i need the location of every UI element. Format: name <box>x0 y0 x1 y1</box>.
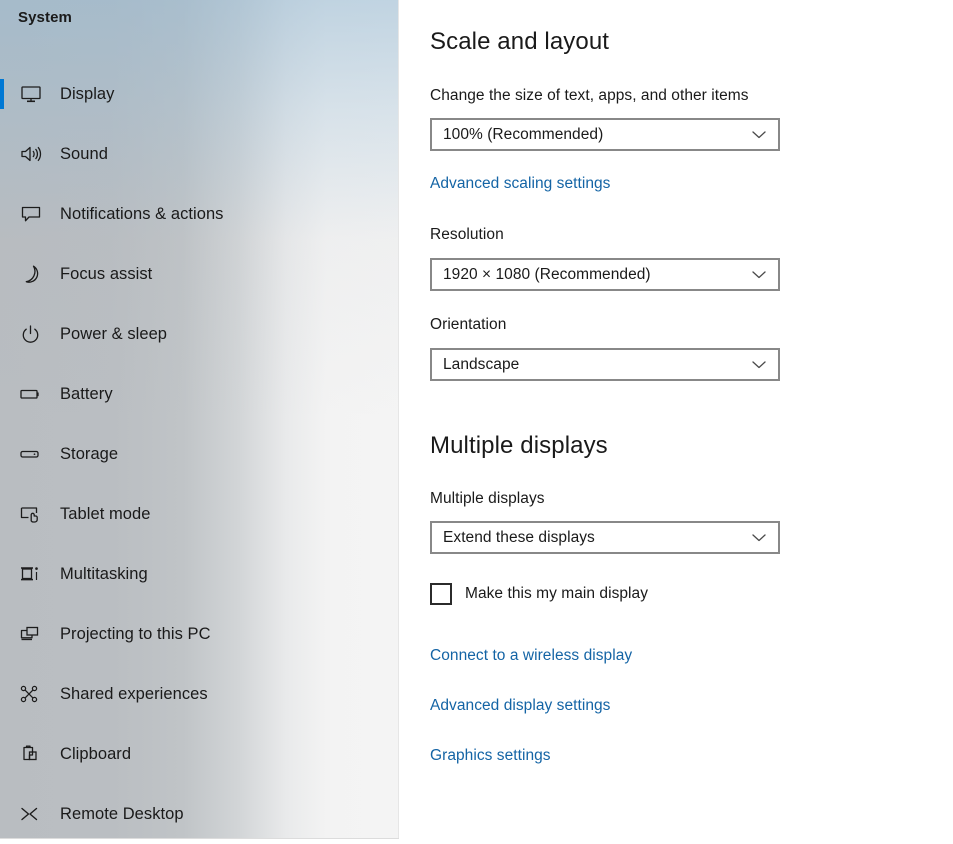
multitasking-icon <box>16 559 46 589</box>
sidebar-title: System <box>18 9 72 26</box>
moon-icon <box>16 259 46 289</box>
resolution-label: Resolution <box>430 224 504 246</box>
scale-size-label: Change the size of text, apps, and other… <box>430 85 749 107</box>
sidebar-item-label: Sound <box>60 145 108 164</box>
main-content: Scale and layout Change the size of text… <box>400 0 953 844</box>
sidebar-item-label: Power & sleep <box>60 325 167 344</box>
multiple-displays-value: Extend these displays <box>432 529 595 547</box>
sidebar-bottom-edge <box>0 838 399 844</box>
clipboard-icon <box>16 739 46 769</box>
sidebar-item-focus-assist[interactable]: Focus assist <box>0 254 399 294</box>
sidebar: System Display <box>0 0 399 838</box>
tablet-icon <box>16 499 46 529</box>
sidebar-item-label: Tablet mode <box>60 505 150 524</box>
sidebar-item-label: Storage <box>60 445 118 464</box>
scale-size-value: 100% (Recommended) <box>432 126 603 144</box>
sidebar-item-power-sleep[interactable]: Power & sleep <box>0 314 399 354</box>
sidebar-item-multitasking[interactable]: Multitasking <box>0 554 399 594</box>
monitor-icon <box>16 79 46 109</box>
advanced-display-settings-link[interactable]: Advanced display settings <box>430 697 610 715</box>
settings-window: System Display <box>0 0 953 844</box>
make-main-display-label: Make this my main display <box>465 585 648 603</box>
resolution-value: 1920 × 1080 (Recommended) <box>432 266 651 284</box>
sidebar-item-battery[interactable]: Battery <box>0 374 399 414</box>
make-main-display-checkbox[interactable] <box>430 583 452 605</box>
orientation-value: Landscape <box>432 356 519 374</box>
sidebar-item-storage[interactable]: Storage <box>0 434 399 474</box>
sidebar-nav-list: Display Sound <box>0 74 399 838</box>
sidebar-item-sound[interactable]: Sound <box>0 134 399 174</box>
make-main-display-checkbox-row[interactable]: Make this my main display <box>430 583 648 605</box>
graphics-settings-link[interactable]: Graphics settings <box>430 747 551 765</box>
sidebar-item-label: Projecting to this PC <box>60 625 211 644</box>
resolution-dropdown[interactable]: 1920 × 1080 (Recommended) <box>430 258 780 291</box>
sidebar-item-remote-desktop[interactable]: Remote Desktop <box>0 794 399 834</box>
sidebar-item-label: Shared experiences <box>60 685 208 704</box>
chevron-down-icon <box>752 130 766 139</box>
multiple-displays-dropdown[interactable]: Extend these displays <box>430 521 780 554</box>
remote-desktop-icon <box>16 799 46 829</box>
advanced-scaling-settings-link[interactable]: Advanced scaling settings <box>430 175 610 193</box>
sidebar-item-label: Multitasking <box>60 565 148 584</box>
battery-icon <box>16 379 46 409</box>
selection-indicator <box>0 79 4 109</box>
projecting-icon <box>16 619 46 649</box>
orientation-dropdown[interactable]: Landscape <box>430 348 780 381</box>
sidebar-item-display[interactable]: Display <box>0 74 399 114</box>
storage-icon <box>16 439 46 469</box>
power-icon <box>16 319 46 349</box>
sidebar-item-shared-experiences[interactable]: Shared experiences <box>0 674 399 714</box>
sidebar-item-label: Display <box>60 85 114 104</box>
multiple-displays-heading: Multiple displays <box>430 430 608 462</box>
sidebar-item-label: Clipboard <box>60 745 131 764</box>
sidebar-item-projecting[interactable]: Projecting to this PC <box>0 614 399 654</box>
sidebar-item-label: Notifications & actions <box>60 205 223 224</box>
orientation-label: Orientation <box>430 314 506 336</box>
sidebar-item-notifications[interactable]: Notifications & actions <box>0 194 399 234</box>
share-nodes-icon <box>16 679 46 709</box>
scale-size-dropdown[interactable]: 100% (Recommended) <box>430 118 780 151</box>
sidebar-item-tablet-mode[interactable]: Tablet mode <box>0 494 399 534</box>
sidebar-item-label: Remote Desktop <box>60 805 184 824</box>
notification-icon <box>16 199 46 229</box>
chevron-down-icon <box>752 270 766 279</box>
sidebar-item-clipboard[interactable]: Clipboard <box>0 734 399 774</box>
chevron-down-icon <box>752 533 766 542</box>
sidebar-item-label: Focus assist <box>60 265 152 284</box>
chevron-down-icon <box>752 360 766 369</box>
speaker-icon <box>16 139 46 169</box>
multiple-displays-label: Multiple displays <box>430 488 545 510</box>
connect-wireless-display-link[interactable]: Connect to a wireless display <box>430 647 632 665</box>
scale-and-layout-heading: Scale and layout <box>430 26 609 58</box>
sidebar-item-label: Battery <box>60 385 113 404</box>
